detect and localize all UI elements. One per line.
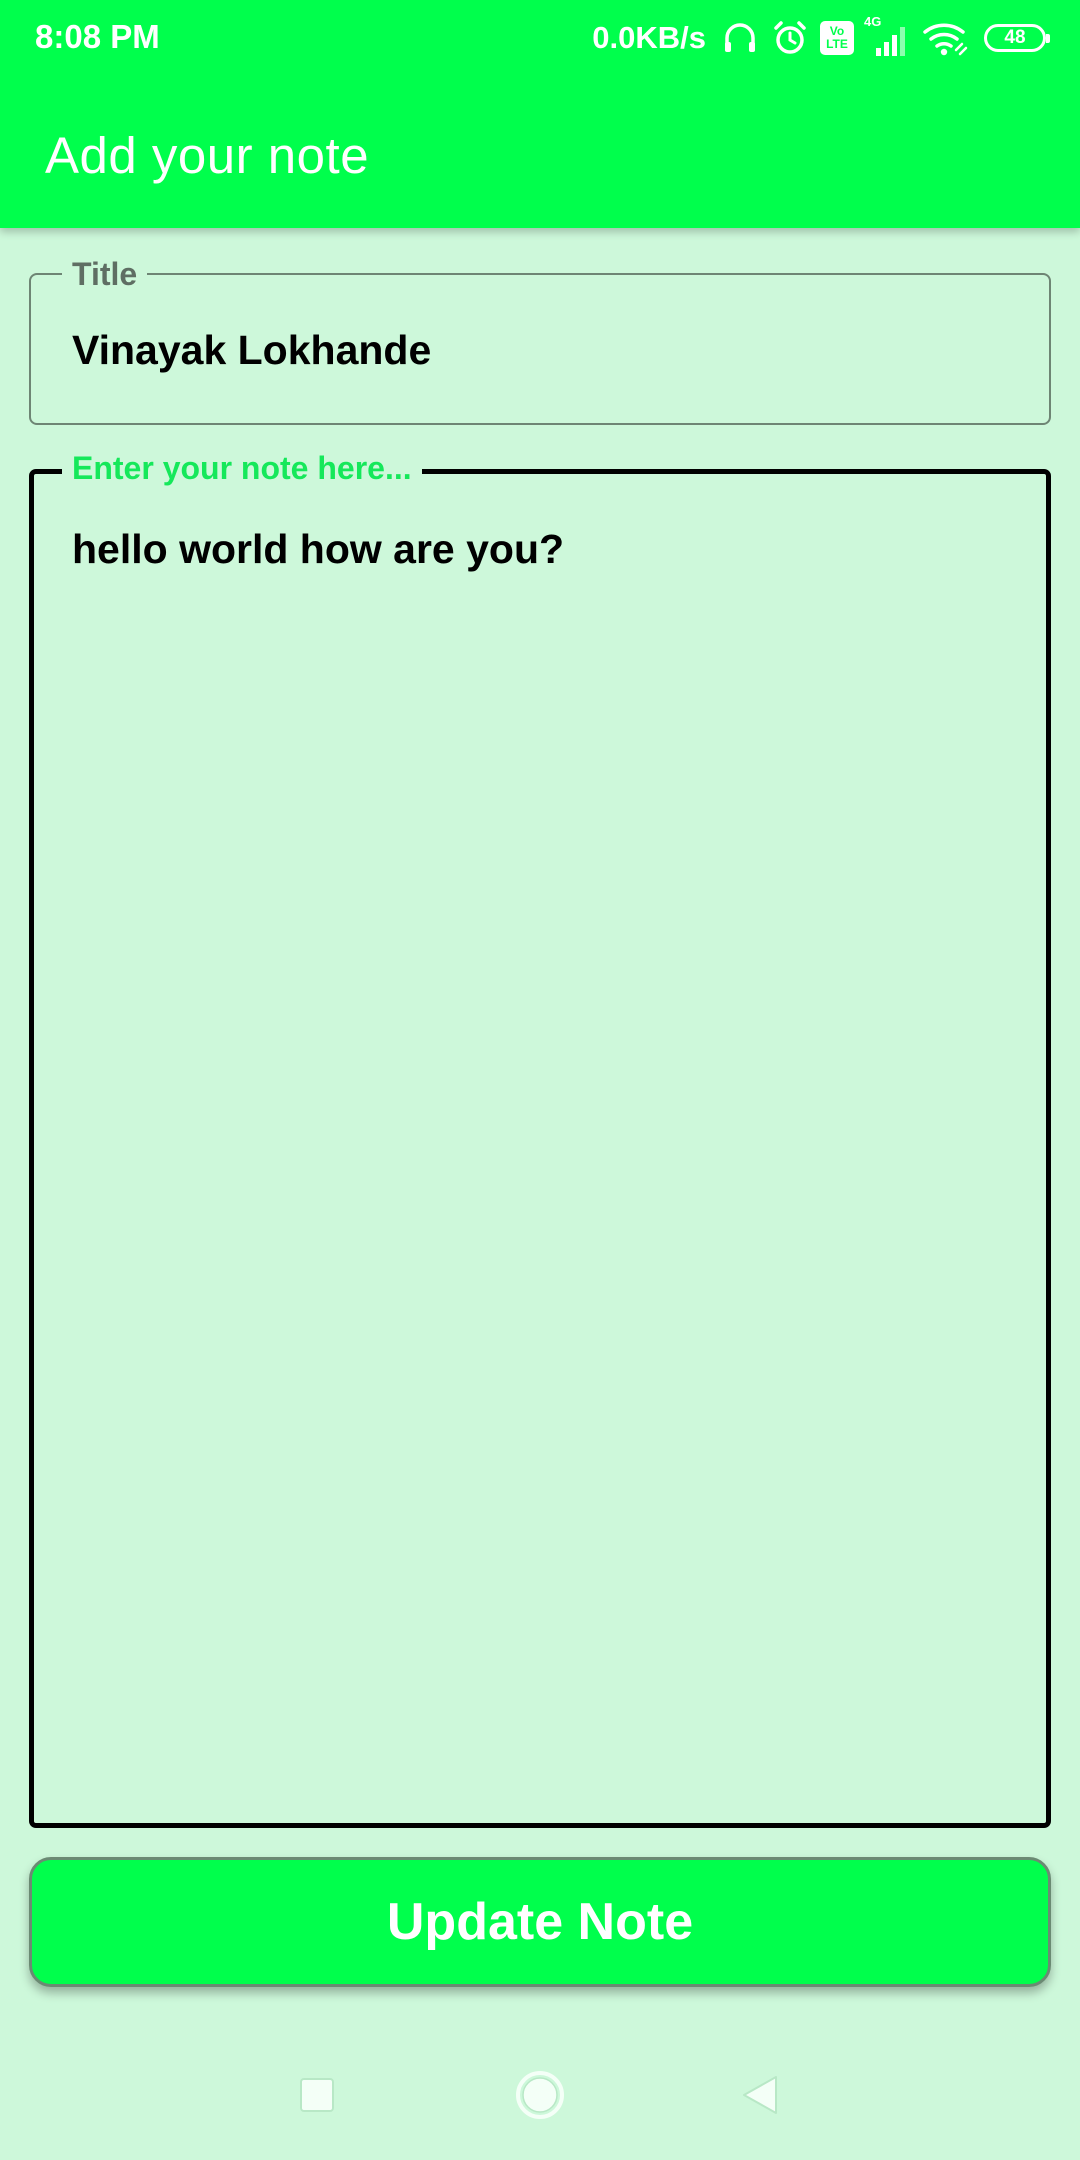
alarm-icon	[770, 18, 810, 58]
title-field-label: Title	[62, 256, 148, 292]
note-field-value: hello world how are you?	[72, 526, 565, 572]
network-speed: 0.0KB/s	[592, 20, 706, 55]
battery-level: 48	[1004, 27, 1026, 48]
volte-icon: Vo LTE	[820, 21, 854, 55]
update-note-button[interactable]: Update Note	[29, 1857, 1051, 1987]
signal-4g-icon: 4G	[864, 14, 912, 58]
title-field-value: Vinayak Lokhande	[72, 327, 432, 373]
wifi-icon	[922, 18, 970, 58]
status-time: 8:08 PM	[35, 18, 160, 55]
top-bar: 8:08 PM 0.0KB/s Vo LTE 4G 48 Add your no…	[0, 0, 1080, 228]
volte-bottom-label: LTE	[826, 37, 848, 51]
note-textarea[interactable]: Enter your note here... hello world how …	[29, 450, 1051, 1828]
home-icon[interactable]	[512, 2067, 568, 2123]
note-field-label: Enter your note here...	[62, 450, 422, 486]
battery-icon: 48	[984, 24, 1050, 52]
app-screen: 8:08 PM 0.0KB/s Vo LTE 4G 48 Add your no…	[0, 0, 1080, 2160]
recent-apps-icon[interactable]	[289, 2067, 345, 2123]
title-input[interactable]: Title Vinayak Lokhande	[29, 256, 1051, 425]
headset-icon	[720, 18, 760, 58]
page-title: Add your note	[45, 127, 370, 184]
status-icons: 0.0KB/s Vo LTE 4G 48	[592, 14, 1050, 60]
system-nav-bar	[0, 2040, 1080, 2150]
back-icon[interactable]	[734, 2067, 790, 2123]
update-note-button-label: Update Note	[386, 1893, 694, 1951]
